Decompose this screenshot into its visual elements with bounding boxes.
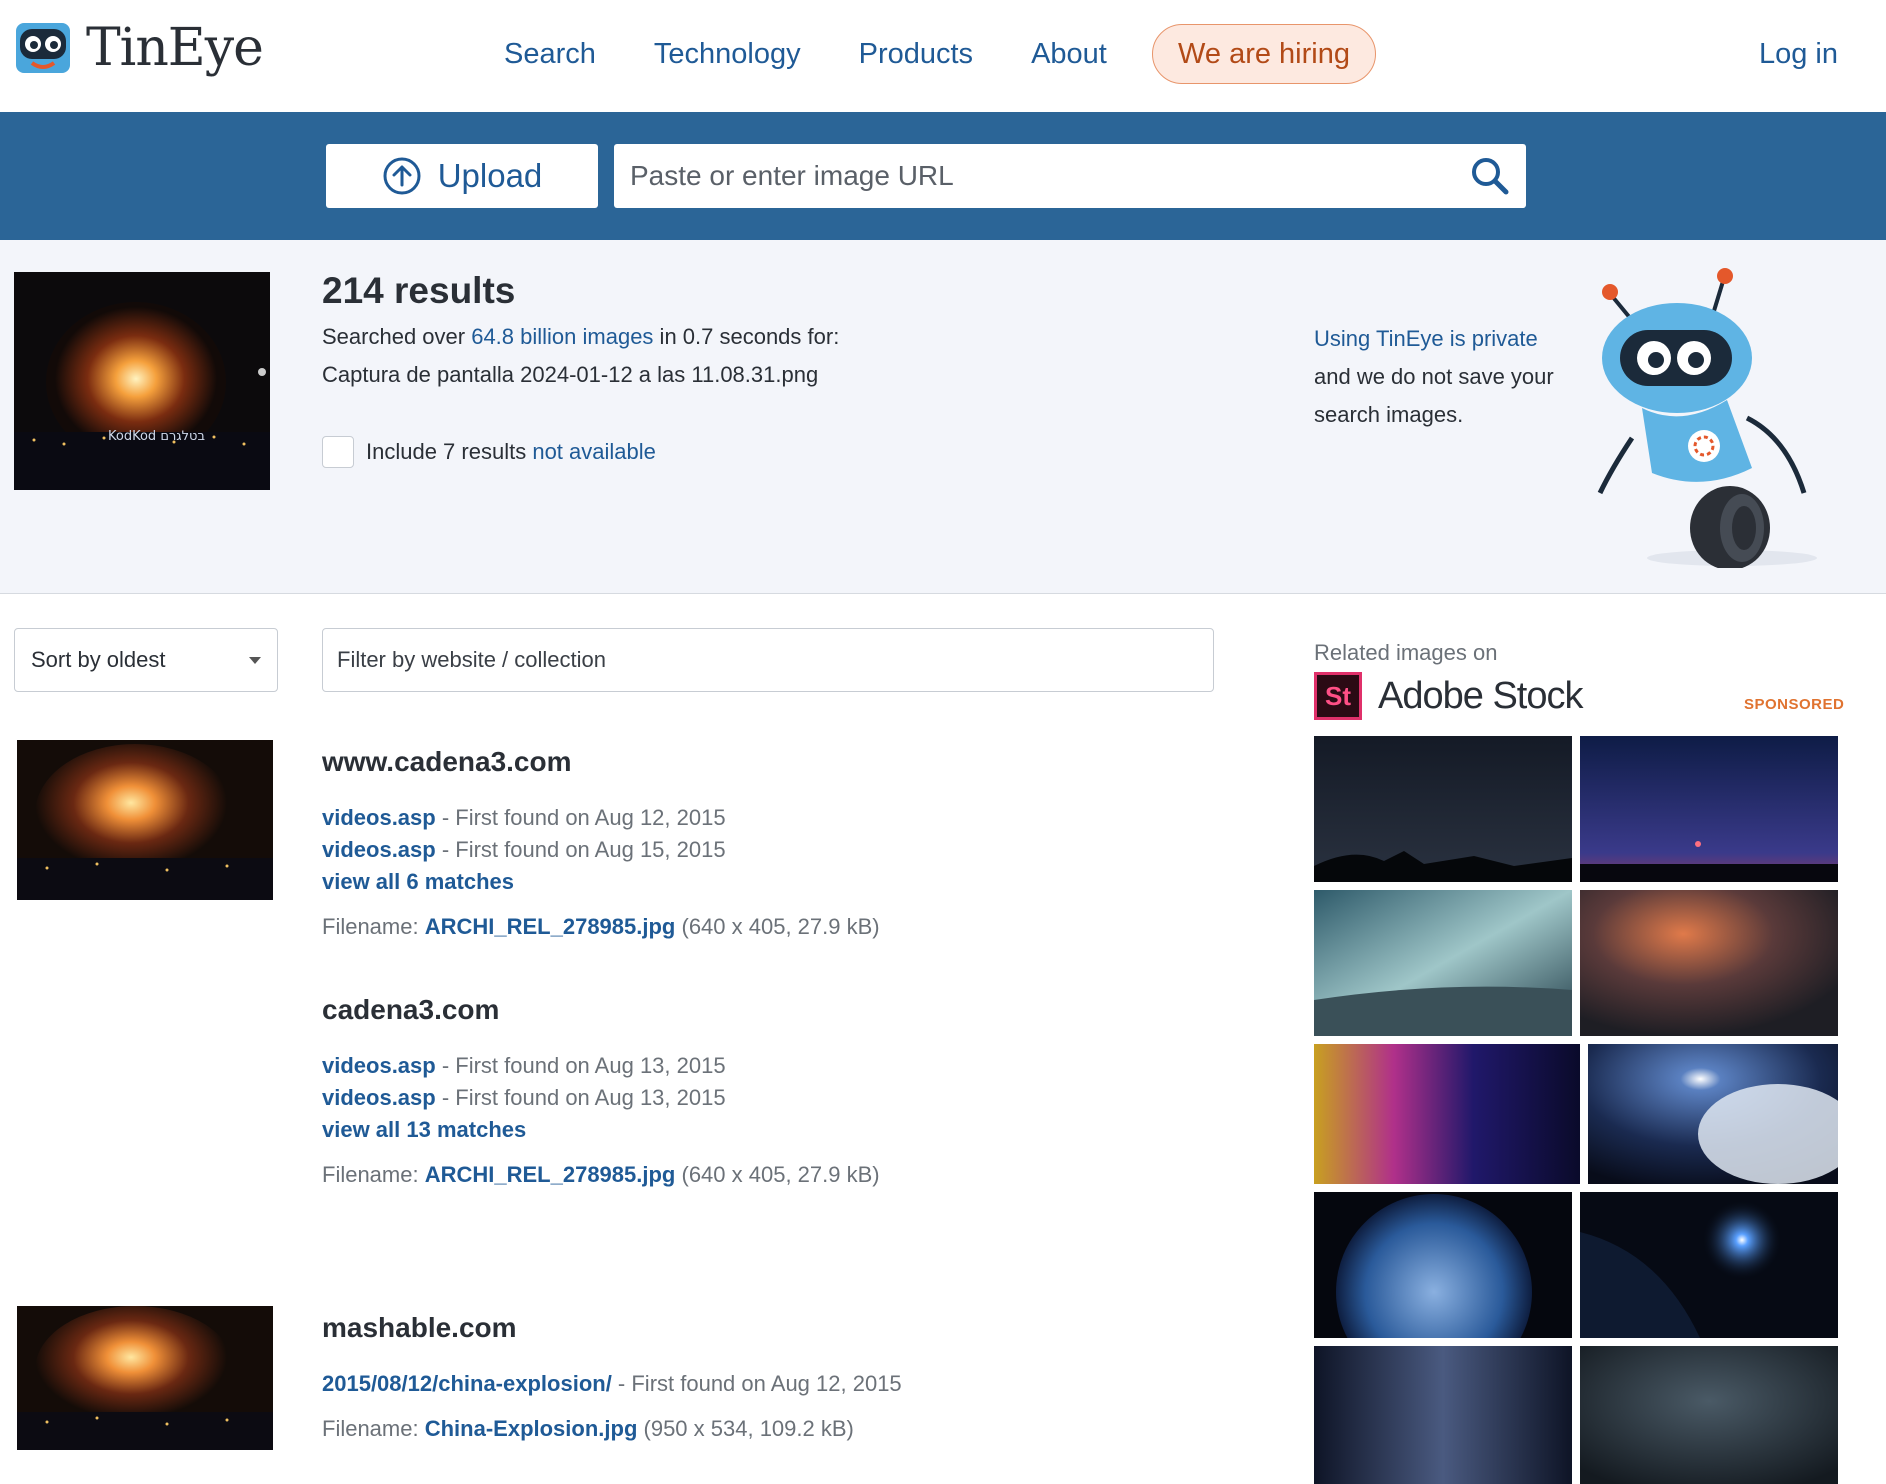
include-unavailable-checkbox[interactable] xyxy=(322,436,354,468)
filename-line: Filename: ARCHI_REL_278985.jpg (640 x 40… xyxy=(322,914,1222,940)
result-site: mashable.com xyxy=(322,1312,517,1343)
filename-line: Filename: China-Explosion.jpg (950 x 534… xyxy=(322,1416,1222,1442)
logo-wordmark: TinEye xyxy=(86,18,264,78)
file-meta: (640 x 405, 27.9 kB) xyxy=(675,1162,880,1187)
match-line: videos.asp - First found on Aug 15, 2015 xyxy=(322,834,1222,866)
match-link[interactable]: videos.asp xyxy=(322,1085,436,1110)
filename-label: Filename: xyxy=(322,914,425,939)
match-line: videos.asp - First found on Aug 12, 2015 xyxy=(322,802,1222,834)
main-nav: Search Technology Products About xyxy=(504,28,1165,80)
result-group: mashable.com 2015/08/12/china-explosion/… xyxy=(322,1312,1222,1442)
stock-image-tile[interactable] xyxy=(1314,1044,1580,1184)
result-site: cadena3.com xyxy=(322,994,500,1025)
site-header: TinEye Search Technology Products About … xyxy=(0,0,1886,112)
image-url-input[interactable] xyxy=(614,144,1526,208)
view-all-matches-link[interactable]: view all 6 matches xyxy=(322,866,1222,898)
privacy-note: Using TinEye is private and we do not sa… xyxy=(1314,320,1574,434)
stock-image-tile[interactable] xyxy=(1580,1192,1838,1338)
query-image-thumbnail: KodKod בטלגרם xyxy=(14,272,270,490)
match-line: videos.asp - First found on Aug 13, 2015 xyxy=(322,1082,1222,1114)
thumb-watermark: KodKod בטלגרם xyxy=(108,429,205,444)
related-images-label: Related images on xyxy=(1314,640,1498,665)
view-all-matches-link[interactable]: view all 13 matches xyxy=(322,1114,1222,1146)
adobe-stock-wordmark: Adobe Stock xyxy=(1378,674,1583,717)
adobe-stock-logo-icon: St xyxy=(1314,672,1362,720)
stock-image-tile[interactable] xyxy=(1580,1346,1838,1484)
upload-arrow-icon xyxy=(383,157,421,195)
index-size-link[interactable]: 64.8 billion images xyxy=(471,324,653,349)
query-filename: Captura de pantalla 2024-01-12 a las 11.… xyxy=(322,362,819,387)
match-line: videos.asp - First found on Aug 13, 2015 xyxy=(322,1050,1222,1082)
stock-image-tile[interactable] xyxy=(1580,890,1838,1036)
filename-label: Filename: xyxy=(322,1416,425,1441)
filename-link[interactable]: ARCHI_REL_278985.jpg xyxy=(425,1162,676,1187)
searched-prefix: Searched over xyxy=(322,324,472,349)
filename-link[interactable]: ARCHI_REL_278985.jpg xyxy=(425,914,676,939)
website-filter-input[interactable] xyxy=(322,628,1214,692)
upload-button[interactable]: Upload xyxy=(326,144,598,208)
result-thumbnail[interactable] xyxy=(17,1306,273,1450)
nav-technology[interactable]: Technology xyxy=(654,28,801,80)
match-link[interactable]: videos.asp xyxy=(322,837,436,862)
stock-image-tile[interactable] xyxy=(1314,736,1572,882)
file-meta: (640 x 405, 27.9 kB) xyxy=(675,914,880,939)
match-line: 2015/08/12/china-explosion/ - First foun… xyxy=(322,1368,1222,1400)
match-date: - First found on Aug 15, 2015 xyxy=(435,837,726,862)
nav-search[interactable]: Search xyxy=(504,28,596,80)
privacy-text: and we do not save your search images. xyxy=(1314,364,1554,427)
sort-select[interactable]: Sort by oldest xyxy=(14,628,278,692)
not-available-link[interactable]: not available xyxy=(532,439,656,465)
result-group: cadena3.com videos.asp - First found on … xyxy=(322,994,1222,1188)
stock-image-tile[interactable] xyxy=(1314,1346,1572,1484)
result-site: www.cadena3.com xyxy=(322,746,572,777)
nav-about[interactable]: About xyxy=(1031,28,1107,80)
stock-image-tile[interactable] xyxy=(1314,1192,1572,1338)
tineye-robot-logo-icon xyxy=(16,23,70,73)
match-link[interactable]: videos.asp xyxy=(322,805,436,830)
stock-image-tile[interactable] xyxy=(1580,736,1838,882)
include-label: Include 7 results xyxy=(366,439,527,464)
privacy-link[interactable]: Using TinEye is private xyxy=(1314,326,1538,351)
match-link[interactable]: videos.asp xyxy=(322,1053,436,1078)
filename-label: Filename: xyxy=(322,1162,425,1187)
file-meta: (950 x 534, 109.2 kB) xyxy=(637,1416,854,1441)
match-date: - First found on Aug 13, 2015 xyxy=(435,1085,726,1110)
include-unavailable-row: Include 7 results not available xyxy=(322,436,656,468)
sort-label: Sort by oldest xyxy=(31,647,166,672)
upload-label: Upload xyxy=(437,157,543,194)
searched-suffix: in 0.7 seconds for: xyxy=(653,324,840,349)
filename-link[interactable]: China-Explosion.jpg xyxy=(425,1416,638,1441)
hiring-button[interactable]: We are hiring xyxy=(1152,24,1376,84)
nav-products[interactable]: Products xyxy=(859,28,973,80)
result-thumbnail[interactable] xyxy=(17,740,273,900)
stock-image-tile[interactable] xyxy=(1588,1044,1838,1184)
searched-info: Searched over 64.8 billion images in 0.7… xyxy=(322,324,839,350)
tineye-logo[interactable]: TinEye xyxy=(14,18,264,78)
chevron-down-icon xyxy=(249,657,261,664)
match-date: - First found on Aug 12, 2015 xyxy=(435,805,726,830)
match-date: - First found on Aug 13, 2015 xyxy=(435,1053,726,1078)
login-link[interactable]: Log in xyxy=(1759,28,1838,80)
search-bar: Upload xyxy=(0,112,1886,240)
adobe-stock-brand[interactable]: St Adobe Stock xyxy=(1314,672,1583,720)
result-group: www.cadena3.com videos.asp - First found… xyxy=(322,746,1222,940)
match-link[interactable]: 2015/08/12/china-explosion/ xyxy=(322,1371,612,1396)
search-icon[interactable] xyxy=(1470,156,1510,196)
results-summary: KodKod בטלגרם 214 results Searched over … xyxy=(0,240,1886,594)
sponsored-badge: SPONSORED xyxy=(1744,696,1845,713)
robot-mascot-icon xyxy=(1597,268,1817,568)
filename-line: Filename: ARCHI_REL_278985.jpg (640 x 40… xyxy=(322,1162,1222,1188)
stock-image-tile[interactable] xyxy=(1314,890,1572,1036)
results-count: 214 results xyxy=(322,270,516,311)
match-date: - First found on Aug 12, 2015 xyxy=(611,1371,902,1396)
